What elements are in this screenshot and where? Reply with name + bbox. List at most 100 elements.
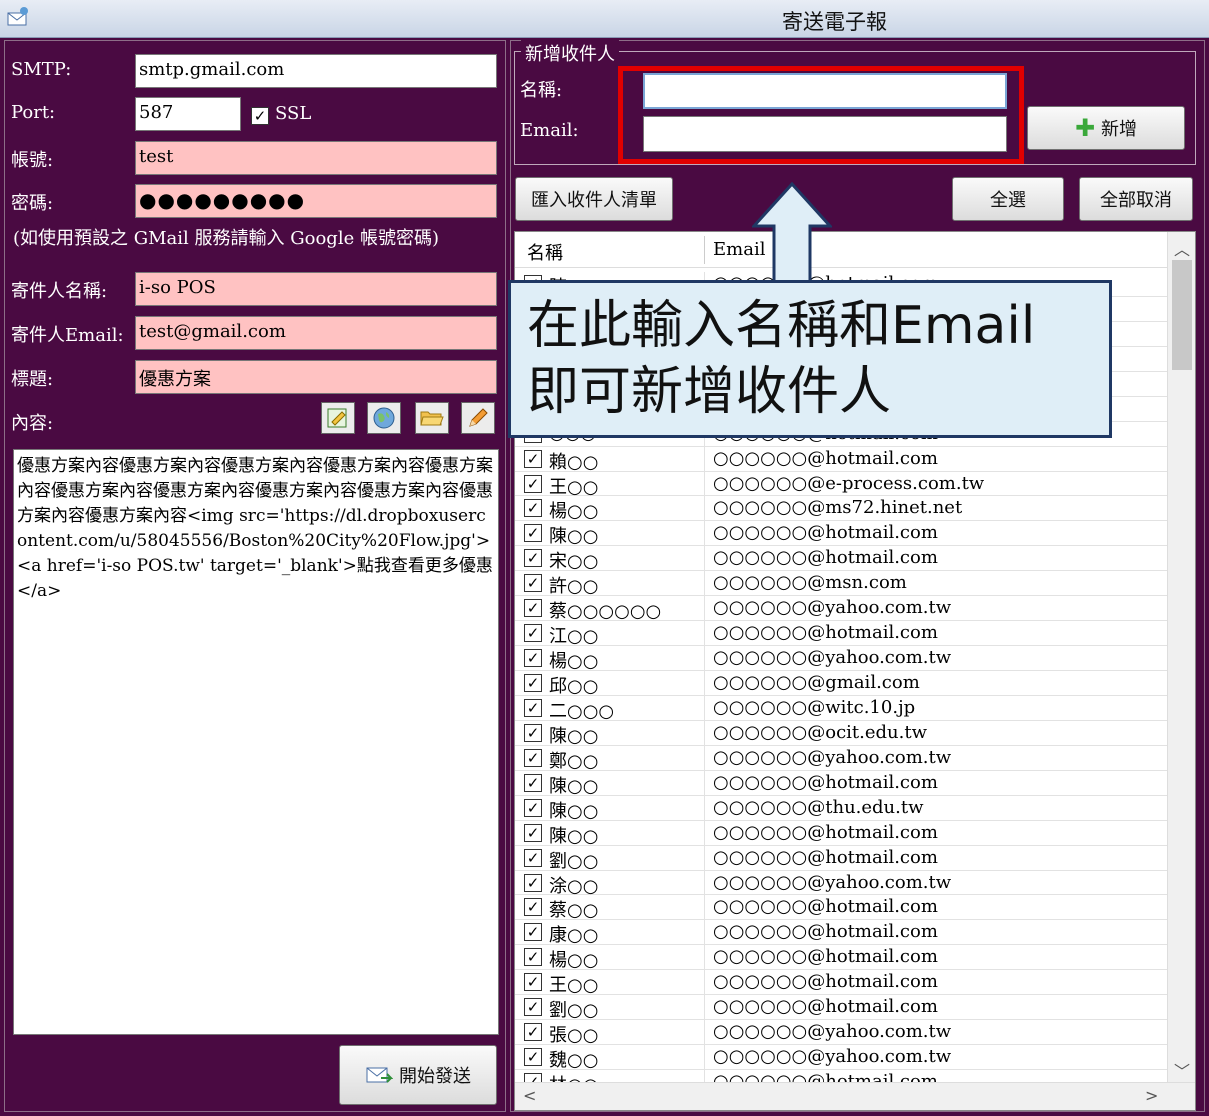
cell-separator — [704, 870, 705, 896]
table-row[interactable]: ✓ 康○○ ○○○○○○@hotmail.com — [515, 920, 1167, 946]
password-input[interactable]: ●●●●●●●●● — [135, 184, 497, 218]
recipient-name-cell: 許○○ — [549, 576, 599, 598]
cell-separator — [704, 1045, 705, 1071]
scroll-down-icon[interactable]: ﹀ — [1168, 1058, 1195, 1082]
table-row[interactable]: ✓ 陳○○ ○○○○○○@hotmail.com — [515, 521, 1167, 547]
table-row[interactable]: ✓ 楊○○ ○○○○○○@ms72.hinet.net — [515, 496, 1167, 523]
horizontal-scrollbar[interactable]: < > — [515, 1082, 1195, 1110]
row-checkbox[interactable]: ✓ — [524, 574, 542, 593]
subject-label: 標題: — [11, 369, 54, 390]
row-checkbox[interactable]: ✓ — [524, 923, 542, 942]
recipient-email-cell: ○○○○○○@hotmail.com — [713, 896, 938, 918]
row-checkbox[interactable]: ✓ — [524, 748, 542, 767]
column-separator — [704, 236, 705, 264]
vertical-scrollbar[interactable]: ︿ ﹀ — [1167, 232, 1195, 1084]
cell-separator — [704, 795, 705, 821]
recipient-name-cell: 楊○○ — [549, 501, 599, 523]
grid-header: 名稱 Email — [515, 232, 1167, 268]
row-checkbox[interactable]: ✓ — [524, 524, 542, 543]
add-button[interactable]: ✚ 新增 — [1027, 106, 1185, 150]
account-input[interactable]: test — [135, 141, 497, 175]
row-checkbox[interactable]: ✓ — [524, 798, 542, 817]
table-row[interactable]: ✓ 楊○○ ○○○○○○@hotmail.com — [515, 945, 1167, 971]
row-checkbox[interactable]: ✓ — [524, 624, 542, 643]
cell-separator — [704, 546, 705, 572]
scroll-thumb[interactable] — [1172, 260, 1192, 370]
row-checkbox[interactable]: ✓ — [524, 898, 542, 917]
row-checkbox[interactable]: ✓ — [524, 1023, 542, 1042]
table-row[interactable]: ✓ 魏○○ ○○○○○○@yahoo.com.tw — [515, 1045, 1167, 1071]
table-row[interactable]: ✓ 蔡○○ ○○○○○○@hotmail.com — [515, 895, 1167, 921]
row-checkbox[interactable]: ✓ — [524, 723, 542, 742]
subject-input[interactable]: 優惠方案 — [135, 360, 497, 394]
port-input[interactable]: 587 — [135, 97, 241, 131]
send-button[interactable]: 開始發送 — [339, 1045, 497, 1105]
table-row[interactable]: ✓ 江○○ ○○○○○○@hotmail.com — [515, 621, 1167, 647]
row-checkbox[interactable]: ✓ — [524, 698, 542, 717]
row-checkbox[interactable]: ✓ — [524, 449, 542, 468]
row-checkbox[interactable]: ✓ — [524, 973, 542, 992]
table-row[interactable]: ✓ 涂○○ ○○○○○○@yahoo.com.tw — [515, 870, 1167, 897]
recipient-email-cell: ○○○○○○@yahoo.com.tw — [713, 647, 952, 669]
row-checkbox[interactable]: ✓ — [524, 474, 542, 493]
content-textarea[interactable]: 優惠方案內容優惠方案內容優惠方案內容優惠方案內容優惠方案內容優惠方案內容優惠方案… — [13, 449, 499, 1035]
globe-icon[interactable] — [367, 402, 401, 434]
row-checkbox[interactable]: ✓ — [524, 823, 542, 842]
table-row[interactable]: ✓ 王○○ ○○○○○○@hotmail.com — [515, 970, 1167, 996]
smtp-input[interactable]: smtp.gmail.com — [135, 54, 497, 88]
table-row[interactable]: ✓ 楊○○ ○○○○○○@yahoo.com.tw — [515, 646, 1167, 672]
row-checkbox[interactable]: ✓ — [524, 873, 542, 892]
sender-name-input[interactable]: i-so POS — [135, 272, 497, 306]
row-checkbox[interactable]: ✓ — [524, 998, 542, 1017]
recipient-name-cell: 邱○○ — [549, 676, 599, 697]
up-arrow-icon — [752, 182, 832, 292]
open-folder-icon[interactable] — [415, 402, 449, 434]
row-checkbox[interactable]: ✓ — [524, 1048, 542, 1067]
table-row[interactable]: ✓ 張○○ ○○○○○○@yahoo.com.tw — [515, 1020, 1167, 1046]
row-checkbox[interactable]: ✓ — [524, 499, 542, 518]
recipient-name-cell: 鄭○○ — [549, 750, 599, 772]
recipient-name-cell: 陳○○ — [549, 775, 599, 797]
table-row[interactable]: ✓ 宋○○ ○○○○○○@hotmail.com — [515, 546, 1167, 572]
table-row[interactable]: ✓ 邱○○ ○○○○○○@gmail.com — [515, 671, 1167, 697]
table-row[interactable]: ✓ 劉○○ ○○○○○○@hotmail.com — [515, 845, 1167, 872]
scroll-right-icon[interactable]: > — [1145, 1086, 1158, 1105]
port-label: Port: — [11, 102, 56, 123]
import-button[interactable]: 匯入收件人清單 — [515, 177, 673, 221]
column-header-name[interactable]: 名稱 — [527, 239, 563, 265]
scroll-left-icon[interactable]: < — [523, 1086, 536, 1105]
table-row[interactable]: ✓ 許○○ ○○○○○○@msn.com — [515, 571, 1167, 598]
deselect-all-button[interactable]: 全部取消 — [1079, 177, 1193, 221]
ssl-checkbox[interactable]: ✓ — [251, 107, 269, 125]
edit-html-icon[interactable] — [321, 402, 355, 434]
table-row[interactable]: ✓ 陳○○ ○○○○○○@ocit.edu.tw — [515, 720, 1167, 747]
table-row[interactable]: ✓ 陳○○ ○○○○○○@thu.edu.tw — [515, 795, 1167, 822]
row-checkbox[interactable]: ✓ — [524, 649, 542, 668]
select-all-button[interactable]: 全選 — [952, 177, 1064, 221]
recipient-email-cell: ○○○○○○@hotmail.com — [713, 996, 938, 1018]
row-checkbox[interactable]: ✓ — [524, 773, 542, 792]
recipient-name-cell: 賴○○ — [549, 451, 599, 473]
cell-separator — [704, 820, 705, 846]
pencil-icon[interactable] — [461, 402, 495, 434]
table-row[interactable]: ✓ 鄭○○ ○○○○○○@yahoo.com.tw — [515, 745, 1167, 772]
table-row[interactable]: ✓ 劉○○ ○○○○○○@hotmail.com — [515, 995, 1167, 1021]
recipient-email-cell: ○○○○○○@hotmail.com — [713, 522, 938, 544]
recipient-name-cell: 涂○○ — [549, 875, 599, 897]
table-row[interactable]: ✓ 蔡○○○○○○ ○○○○○○@yahoo.com.tw — [515, 596, 1167, 622]
table-row[interactable]: ✓ 二○○○ ○○○○○○@witc.10.jp — [515, 695, 1167, 722]
table-row[interactable]: ✓ 陳○○ ○○○○○○@hotmail.com — [515, 770, 1167, 797]
row-checkbox[interactable]: ✓ — [524, 599, 542, 618]
sender-email-input[interactable]: test@gmail.com — [135, 316, 497, 350]
row-checkbox[interactable]: ✓ — [524, 948, 542, 967]
scroll-up-icon[interactable]: ︿ — [1168, 236, 1195, 260]
recipient-name-cell: 陳○○ — [549, 725, 599, 747]
recipient-email-cell: ○○○○○○@hotmail.com — [713, 846, 938, 868]
row-checkbox[interactable]: ✓ — [524, 848, 542, 867]
row-checkbox[interactable]: ✓ — [524, 674, 542, 692]
cell-separator — [704, 895, 705, 921]
table-row[interactable]: ✓ 賴○○ ○○○○○○@hotmail.com — [515, 446, 1167, 473]
table-row[interactable]: ✓ 王○○ ○○○○○○@e-process.com.tw — [515, 471, 1167, 498]
table-row[interactable]: ✓ 陳○○ ○○○○○○@hotmail.com — [515, 820, 1167, 847]
row-checkbox[interactable]: ✓ — [524, 549, 542, 568]
